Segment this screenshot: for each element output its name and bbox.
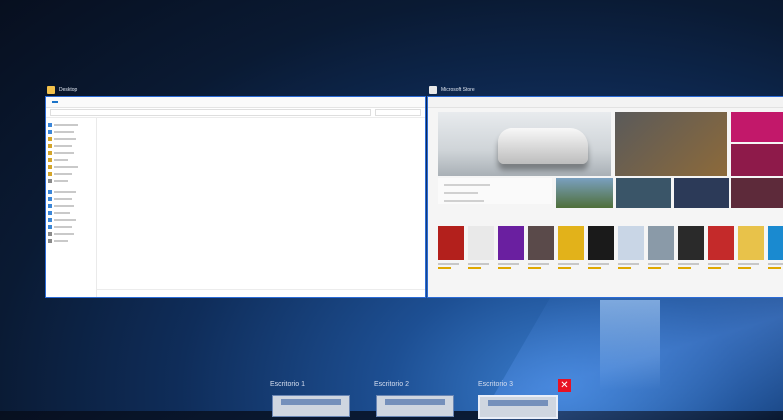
explorer-window-title: Desktop [59, 87, 78, 93]
desktop-2-label: Escritorio 2 [374, 381, 410, 388]
store-app-tile[interactable] [678, 226, 704, 269]
store-app-tile[interactable] [648, 226, 674, 269]
desktop-2-thumbnail[interactable] [376, 395, 454, 417]
explorer-file-list[interactable] [97, 118, 425, 297]
nav-item[interactable] [48, 135, 94, 142]
explorer-window-thumbnail[interactable]: Desktop [45, 84, 426, 298]
nav-item[interactable] [48, 128, 94, 135]
store-app-tile[interactable] [708, 226, 734, 269]
store-promo-tile[interactable] [731, 144, 783, 176]
desktop-3-thumbnail[interactable] [478, 395, 558, 419]
nav-item[interactable] [48, 195, 94, 202]
explorer-nav-pane [46, 118, 97, 297]
cloud-icon [48, 178, 52, 183]
store-promo-tile[interactable] [615, 112, 727, 176]
nav-item[interactable] [48, 223, 94, 230]
hero-car-image [498, 128, 588, 164]
store-app-tile[interactable] [528, 226, 554, 269]
folder-icon [48, 196, 52, 201]
folder-icon [48, 164, 52, 169]
store-app-tile[interactable] [768, 226, 783, 269]
store-app-tile[interactable] [438, 226, 464, 269]
store-content [428, 108, 783, 297]
folder-icon [48, 136, 52, 141]
store-titlebar[interactable]: Microsoft Store [427, 84, 783, 96]
explorer-status-bar [97, 289, 425, 297]
nav-item[interactable] [48, 216, 94, 223]
nav-item[interactable] [48, 188, 94, 195]
explorer-body [46, 118, 425, 297]
explorer-address-bar[interactable] [50, 109, 371, 116]
store-app-tile[interactable] [618, 226, 644, 269]
nav-item[interactable] [48, 177, 94, 184]
store-hero-banner[interactable] [438, 112, 611, 176]
explorer-file-tab[interactable] [52, 101, 58, 103]
store-window-title: Microsoft Store [441, 87, 475, 93]
explorer-window-frame [45, 96, 426, 298]
folder-icon [48, 171, 52, 176]
store-app-tile[interactable] [468, 226, 494, 269]
nav-item[interactable] [48, 142, 94, 149]
explorer-ribbon [46, 97, 425, 108]
desktop-3-label: Escritorio 3 [478, 381, 514, 388]
store-app-row [438, 226, 783, 269]
folder-icon [48, 157, 52, 162]
network-icon [48, 238, 52, 243]
explorer-titlebar[interactable]: Desktop [45, 84, 426, 96]
desktop-1-thumbnail[interactable] [272, 395, 350, 417]
close-desktop-button[interactable]: ✕ [558, 379, 571, 392]
store-game-tile[interactable] [731, 178, 783, 208]
folder-icon [47, 86, 55, 94]
nav-item[interactable] [48, 121, 94, 128]
folder-icon [48, 210, 52, 215]
folder-icon [48, 203, 52, 208]
explorer-address-row [46, 108, 425, 118]
store-app-tile[interactable] [738, 226, 764, 269]
explorer-search-box[interactable] [375, 109, 421, 116]
folder-icon [48, 150, 52, 155]
desktop-1-label: Escritorio 1 [270, 381, 306, 388]
store-app-tile[interactable] [498, 226, 524, 269]
desktop-icon [48, 129, 52, 134]
drive-icon [48, 231, 52, 236]
nav-item[interactable] [48, 209, 94, 216]
store-promo-tile[interactable] [731, 112, 783, 142]
store-app-tile[interactable] [558, 226, 584, 269]
folder-icon [48, 143, 52, 148]
nav-item[interactable] [48, 149, 94, 156]
nav-item[interactable] [48, 156, 94, 163]
store-window-frame [427, 96, 783, 298]
close-icon: ✕ [560, 380, 569, 391]
store-game-tile[interactable] [674, 178, 729, 208]
store-game-tile[interactable] [556, 178, 613, 208]
virtual-desktops-bar: Escritorio 1 Escritorio 2 Escritorio 3 ✕ [0, 375, 783, 419]
star-icon [48, 122, 52, 127]
store-window-thumbnail[interactable]: Microsoft Store [427, 84, 783, 298]
store-icon [429, 86, 437, 94]
nav-item[interactable] [48, 237, 94, 244]
store-game-tile[interactable] [616, 178, 671, 208]
store-featured-panel[interactable] [438, 178, 552, 204]
computer-icon [48, 189, 52, 194]
nav-item[interactable] [48, 230, 94, 237]
folder-icon [48, 217, 52, 222]
nav-item[interactable] [48, 202, 94, 209]
store-header [428, 97, 783, 108]
folder-icon [48, 224, 52, 229]
nav-item[interactable] [48, 170, 94, 177]
nav-item[interactable] [48, 163, 94, 170]
store-app-tile[interactable] [588, 226, 614, 269]
